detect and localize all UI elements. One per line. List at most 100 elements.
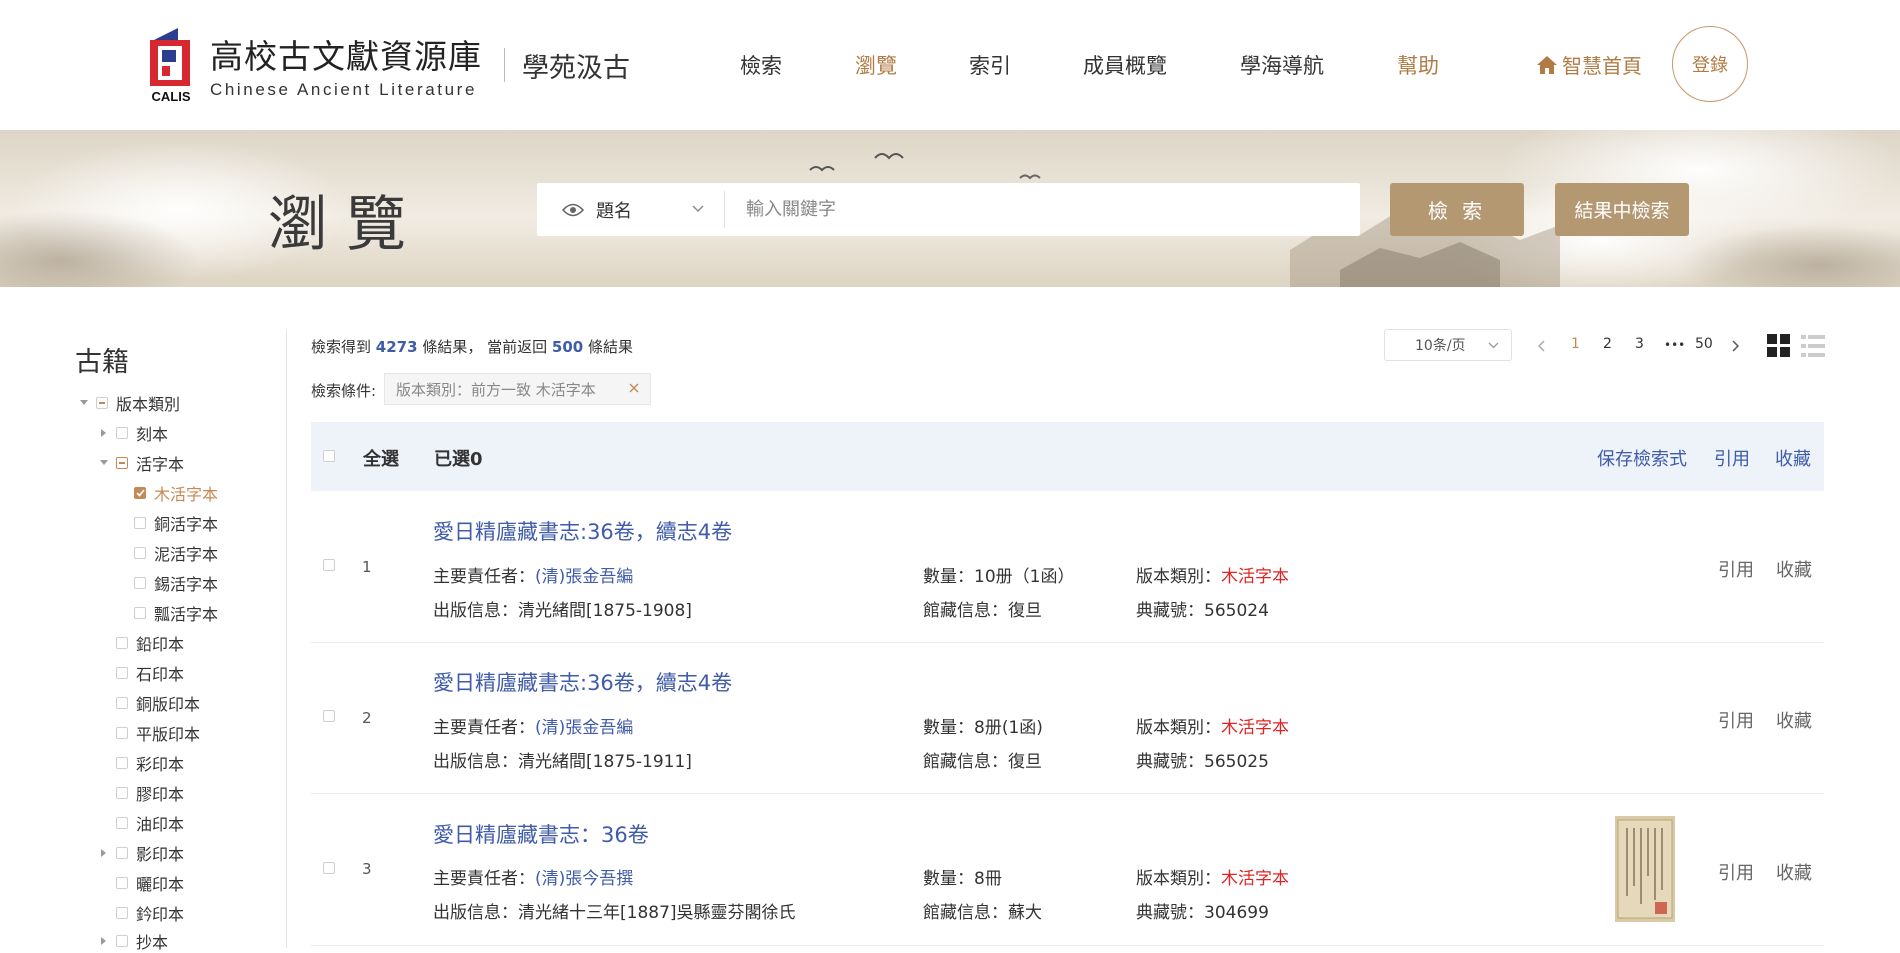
sub-brand[interactable]: 學苑汲古 [522,46,630,85]
nav-browse[interactable]: 瀏覽 [855,50,897,80]
row-divider [311,945,1824,946]
row-title[interactable]: 愛日精廬藏書志：36卷 [433,819,649,849]
tree-checkbox[interactable] [116,877,128,889]
list-view-icon[interactable] [1801,334,1825,358]
author-link[interactable]: (清)張今吾撰 [535,869,633,889]
select-all-label[interactable]: 全選 [363,445,399,471]
tree-checkbox[interactable] [116,847,128,859]
tree-checkbox[interactable] [134,607,146,619]
tree-item-label: 影印本 [136,845,185,864]
tree-checkbox[interactable] [116,457,128,469]
tree-item-tin-type[interactable]: 錫活字本 [134,571,218,595]
tree-checkbox[interactable] [116,667,128,679]
caret-right-icon[interactable] [101,849,107,857]
page-50[interactable]: 50 [1695,336,1713,352]
tree-item-copperplate[interactable]: 銅版印本 [100,691,200,715]
row-title[interactable]: 愛日精廬藏書志:36卷，續志4卷 [433,667,732,697]
favorite-all-button[interactable]: 收藏 [1775,445,1811,471]
row-checkbox[interactable] [323,862,335,874]
row-title[interactable]: 愛日精廬藏書志:36卷，續志4卷 [433,516,732,546]
tree-checkbox[interactable] [116,935,128,947]
tree-checkbox[interactable] [116,637,128,649]
field-label: 館藏信息： [923,601,1008,621]
tree-checkbox[interactable] [116,817,128,829]
row-publish: 出版信息：清光緒間[1875-1908] [433,596,692,621]
row-checkbox[interactable] [323,710,335,722]
author-link[interactable]: (清)張金吾編 [535,567,633,587]
tree-item-color-print[interactable]: 彩印本 [100,751,184,775]
tree-item-seal-print[interactable]: 鈐印本 [100,901,184,925]
tree-item-carved[interactable]: 刻本 [100,421,168,445]
tree-checkbox[interactable] [116,787,128,799]
field-label: 出版信息： [433,601,518,621]
tree-item-edition-type[interactable]: 版本類別 [80,391,180,415]
nav-help[interactable]: 幫助 [1397,50,1439,80]
tree-item-clay-type[interactable]: 泥活字本 [134,541,218,565]
page-1[interactable]: 1 [1571,336,1580,352]
tree-item-lead-print[interactable]: 鉛印本 [100,631,184,655]
page-3[interactable]: 3 [1635,336,1644,352]
tree-checkbox[interactable] [116,907,128,919]
tree-item-blueprint[interactable]: 曬印本 [100,871,184,895]
close-icon[interactable] [628,382,640,394]
tree-item-lithograph[interactable]: 石印本 [100,661,184,685]
row-favorite-button[interactable]: 收藏 [1776,556,1812,582]
tree-item-label: 泥活字本 [154,545,219,564]
caret-down-icon[interactable] [80,400,88,406]
tree-item-copper-type[interactable]: 銅活字本 [134,511,218,535]
per-page-select[interactable]: 10条/页 [1384,329,1512,361]
prev-page-icon[interactable] [1538,340,1546,352]
field-label: 版本類別： [1136,567,1221,587]
summary-prefix: 檢索得到 [311,338,372,356]
tree-checkbox[interactable] [116,757,128,769]
save-query-button[interactable]: 保存檢索式 [1597,445,1687,471]
tree-item-wood-type[interactable]: 木活字本 [134,481,218,505]
author-link[interactable]: (清)張金吾編 [535,718,633,738]
tree-item-manuscript[interactable]: 抄本 [100,929,168,953]
nav-members[interactable]: 成員概覽 [1083,50,1167,80]
page-ellipsis[interactable]: ••• [1664,338,1685,352]
tree-checkbox[interactable] [134,577,146,589]
row-cite-button[interactable]: 引用 [1718,556,1754,582]
tree-checkbox[interactable] [116,427,128,439]
condition-tag: 版本類別：前方一致 木活字本 [384,373,651,405]
row-cite-button[interactable]: 引用 [1718,707,1754,733]
tree-item-facsimile[interactable]: 影印本 [100,841,184,865]
tree-item-planographic[interactable]: 平版印本 [100,721,200,745]
search-button[interactable]: 檢 索 [1390,183,1524,236]
row-cite-button[interactable]: 引用 [1718,859,1754,885]
smart-home-link[interactable]: 智慧首頁 [1536,50,1642,79]
caret-right-icon[interactable] [101,429,107,437]
refine-search-button[interactable]: 結果中檢索 [1555,183,1689,236]
nav-index[interactable]: 索引 [969,50,1011,80]
calis-logo[interactable]: CALIS [148,26,194,104]
nav-search[interactable]: 檢索 [740,50,782,80]
nav-navigation[interactable]: 學海導航 [1240,50,1324,80]
book-thumbnail[interactable] [1615,816,1675,922]
site-name-cn[interactable]: 高校古文獻資源庫 [210,30,482,78]
caret-down-icon[interactable] [100,460,108,466]
cite-all-button[interactable]: 引用 [1714,445,1750,471]
select-all-checkbox[interactable] [323,450,335,462]
login-button[interactable]: 登錄 [1672,26,1748,102]
tree-checkbox[interactable] [134,517,146,529]
row-favorite-button[interactable]: 收藏 [1776,859,1812,885]
search-input[interactable] [728,183,1356,236]
grid-view-icon[interactable] [1767,334,1791,358]
tree-checkbox[interactable] [116,727,128,739]
tree-checkbox[interactable] [134,547,146,559]
row-favorite-button[interactable]: 收藏 [1776,707,1812,733]
tree-checkbox[interactable] [116,697,128,709]
tree-checkbox-checked[interactable] [134,487,146,499]
tree-item-mimeograph[interactable]: 油印本 [100,811,184,835]
tree-item-offset-print[interactable]: 膠印本 [100,781,184,805]
tree-item-movable-type[interactable]: 活字本 [100,451,184,475]
search-field-select[interactable]: 題名 [537,183,724,236]
row-edition: 版本類別：木活字本 [1136,713,1289,738]
tree-checkbox[interactable] [96,397,108,409]
next-page-icon[interactable] [1731,340,1739,352]
row-checkbox[interactable] [323,559,335,571]
tree-item-gourd-type[interactable]: 瓢活字本 [134,601,218,625]
page-2[interactable]: 2 [1603,336,1612,352]
caret-right-icon[interactable] [101,937,107,945]
